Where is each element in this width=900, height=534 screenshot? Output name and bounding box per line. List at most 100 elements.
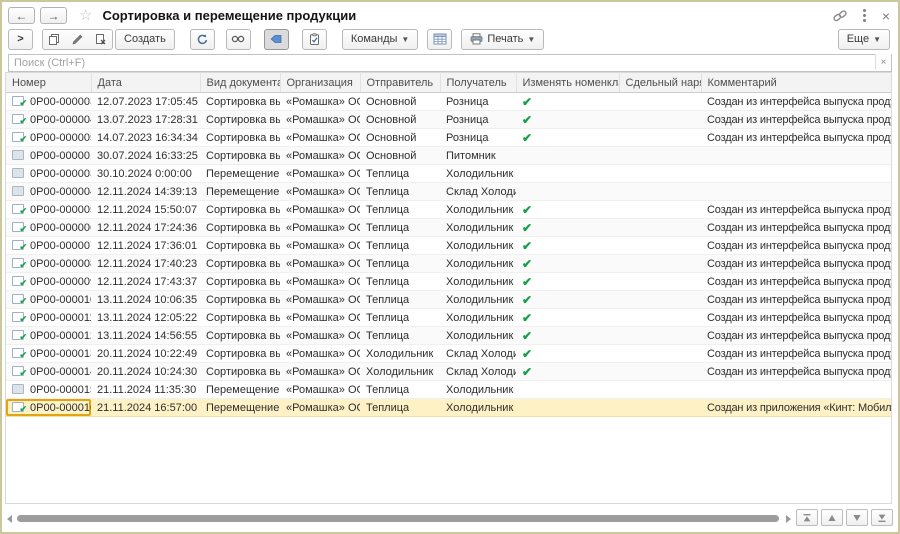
delete-button[interactable] — [89, 30, 112, 49]
cell-organization[interactable]: «Ромашка» ООО — [280, 93, 360, 111]
cell-number[interactable]: 0P00-000012 — [6, 327, 91, 345]
table-row[interactable]: 0P00-00000412.11.2024 14:39:13Перемещени… — [6, 183, 891, 201]
cell-date[interactable]: 12.11.2024 15:50:07 — [91, 201, 200, 219]
cell-change-nomenclature[interactable]: ✔ — [516, 273, 619, 291]
cell-piecework[interactable] — [619, 399, 701, 417]
cell-organization[interactable]: «Ромашка» ООО — [280, 309, 360, 327]
cell-receiver[interactable]: Холодильник — [440, 309, 516, 327]
table-row[interactable]: 0P00-00001113.11.2024 12:05:22Сортировка… — [6, 309, 891, 327]
go-to-top-button[interactable] — [796, 509, 818, 526]
cell-comment[interactable]: Создан из интерфейса выпуска продукции — [701, 309, 891, 327]
cell-comment[interactable]: Создан из интерфейса выпуска продукции — [701, 363, 891, 381]
link-mode-button[interactable] — [226, 29, 251, 50]
cell-sender[interactable]: Основной — [360, 129, 440, 147]
cell-piecework[interactable] — [619, 345, 701, 363]
cell-receiver[interactable]: Розница — [440, 129, 516, 147]
cell-sender[interactable]: Теплица — [360, 327, 440, 345]
cell-date[interactable]: 12.11.2024 14:39:13 — [91, 183, 200, 201]
cell-organization[interactable]: «Ромашка» ООО — [280, 291, 360, 309]
table-row[interactable]: 0P00-00000130.07.2024 16:33:25Сортировка… — [6, 147, 891, 165]
cell-change-nomenclature[interactable]: ✔ — [516, 255, 619, 273]
cell-receiver[interactable]: Склад Холодил... — [440, 345, 516, 363]
cell-sender[interactable]: Основной — [360, 93, 440, 111]
cell-date[interactable]: 14.07.2023 16:34:34 — [91, 129, 200, 147]
cell-doc-type[interactable]: Сортировка вы... — [200, 255, 280, 273]
table-row[interactable]: 0P00-00000812.11.2024 17:40:23Сортировка… — [6, 255, 891, 273]
cell-sender[interactable]: Холодильник — [360, 363, 440, 381]
row-up-button[interactable] — [821, 509, 843, 526]
column-header-number[interactable]: Номер — [6, 73, 91, 93]
cell-comment[interactable]: Создан из интерфейса выпуска продукции — [701, 219, 891, 237]
cell-piecework[interactable] — [619, 129, 701, 147]
cell-receiver[interactable]: Холодильник — [440, 237, 516, 255]
cell-comment[interactable] — [701, 183, 891, 201]
link-icon[interactable] — [833, 9, 847, 23]
cell-date[interactable]: 20.11.2024 10:22:49 — [91, 345, 200, 363]
table-row[interactable]: 0P00-00001420.11.2024 10:24:30Сортировка… — [6, 363, 891, 381]
cell-receiver[interactable]: Холодильник — [440, 165, 516, 183]
cell-piecework[interactable] — [619, 237, 701, 255]
cell-doc-type[interactable]: Сортировка вы... — [200, 201, 280, 219]
cell-doc-type[interactable]: Сортировка вы... — [200, 237, 280, 255]
cell-doc-type[interactable]: Сортировка вы... — [200, 291, 280, 309]
cell-change-nomenclature[interactable] — [516, 165, 619, 183]
back-button[interactable]: ← — [8, 7, 35, 24]
cell-piecework[interactable] — [619, 201, 701, 219]
cell-number[interactable]: 0P00-000014 — [6, 363, 91, 381]
cell-sender[interactable]: Теплица — [360, 201, 440, 219]
cell-comment[interactable] — [701, 147, 891, 165]
list-settings-button[interactable] — [427, 29, 452, 50]
column-header-date[interactable]: Дата — [91, 73, 200, 93]
cell-receiver[interactable]: Холодильник — [440, 219, 516, 237]
expand-panel-button[interactable]: > — [8, 29, 33, 50]
cell-piecework[interactable] — [619, 381, 701, 399]
cell-comment[interactable]: Создан из интерфейса выпуска продукции — [701, 273, 891, 291]
cell-receiver[interactable]: Питомник — [440, 147, 516, 165]
cell-comment[interactable]: Создан из интерфейса выпуска продукции — [701, 291, 891, 309]
cell-date[interactable]: 12.11.2024 17:43:37 — [91, 273, 200, 291]
scroll-left-icon[interactable] — [7, 515, 12, 523]
cell-comment[interactable]: Создан из интерфейса выпуска продукции — [701, 255, 891, 273]
cell-sender[interactable]: Теплица — [360, 255, 440, 273]
cell-date[interactable]: 13.07.2023 17:28:31 — [91, 111, 200, 129]
cell-date[interactable]: 12.11.2024 17:36:01 — [91, 237, 200, 255]
more-button[interactable]: Еще ▼ — [838, 29, 890, 50]
cell-change-nomenclature[interactable]: ✔ — [516, 237, 619, 255]
cell-date[interactable]: 12.11.2024 17:24:36 — [91, 219, 200, 237]
cell-change-nomenclature[interactable]: ✔ — [516, 363, 619, 381]
cell-number[interactable]: 0P00-000003 — [6, 165, 91, 183]
commands-button[interactable]: Команды ▼ — [342, 29, 419, 50]
cell-receiver[interactable]: Холодильник — [440, 273, 516, 291]
cell-organization[interactable]: «Ромашка» ООО — [280, 183, 360, 201]
cell-date[interactable]: 30.10.2024 0:00:00 — [91, 165, 200, 183]
cell-organization[interactable]: «Ромашка» ООО — [280, 201, 360, 219]
cell-number[interactable]: 0P00-000004 — [6, 183, 91, 201]
cell-comment[interactable]: Создан из интерфейса выпуска продукции — [701, 327, 891, 345]
go-to-bottom-button[interactable] — [871, 509, 893, 526]
cell-number[interactable]: 0P00-000010 — [6, 291, 91, 309]
cell-date[interactable]: 21.11.2024 16:57:00 — [91, 399, 200, 417]
cell-receiver[interactable]: Розница — [440, 111, 516, 129]
cell-doc-type[interactable]: Перемещение ... — [200, 399, 280, 417]
cell-piecework[interactable] — [619, 93, 701, 111]
search-input[interactable] — [8, 54, 892, 72]
cell-sender[interactable]: Теплица — [360, 399, 440, 417]
cell-organization[interactable]: «Ромашка» ООО — [280, 129, 360, 147]
cell-doc-type[interactable]: Сортировка вы... — [200, 363, 280, 381]
cell-receiver[interactable]: Холодильник — [440, 255, 516, 273]
cell-organization[interactable]: «Ромашка» ООО — [280, 111, 360, 129]
cell-piecework[interactable] — [619, 327, 701, 345]
cell-change-nomenclature[interactable]: ✔ — [516, 309, 619, 327]
cell-date[interactable]: 21.11.2024 11:35:30 — [91, 381, 200, 399]
close-icon[interactable]: × — [882, 9, 890, 23]
cell-comment[interactable]: Создан из интерфейса выпуска продукции — [701, 201, 891, 219]
cell-date[interactable]: 12.07.2023 17:05:45 — [91, 93, 200, 111]
cell-receiver[interactable]: Холодильник — [440, 399, 516, 417]
cell-sender[interactable]: Теплица — [360, 183, 440, 201]
table-row[interactable]: 0P00-00001013.11.2024 10:06:35Сортировка… — [6, 291, 891, 309]
cell-organization[interactable]: «Ромашка» ООО — [280, 363, 360, 381]
cell-piecework[interactable] — [619, 165, 701, 183]
cell-doc-type[interactable]: Сортировка вы... — [200, 147, 280, 165]
cell-doc-type[interactable]: Сортировка вы... — [200, 345, 280, 363]
table-row[interactable]: 0P00-00001621.11.2024 16:57:00Перемещени… — [6, 399, 891, 417]
